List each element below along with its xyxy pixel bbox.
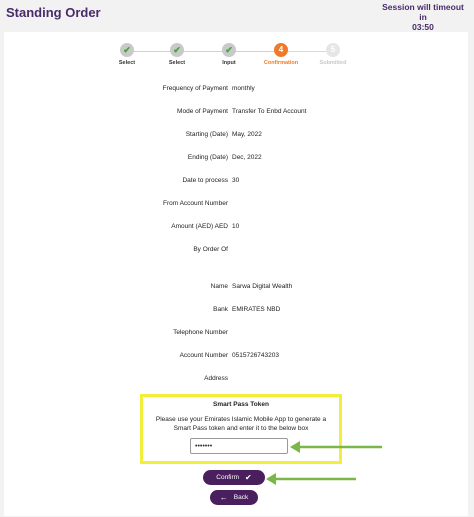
- detail-label: From Account Number: [162, 200, 228, 207]
- detail-row-mode: Mode of Payment Transfer To Enbd Account: [4, 108, 468, 120]
- back-button[interactable]: ← Back: [210, 490, 258, 505]
- progress-stepper: ✔ Select ✔ Select ✔ Input 4 Confirmation…: [4, 32, 468, 76]
- session-timeout-timer: 03:50: [412, 22, 434, 32]
- step-label: Input: [222, 60, 236, 66]
- detail-label: Starting (Date): [185, 131, 228, 138]
- detail-row-amount: Amount (AED) AED 10: [4, 223, 468, 235]
- step-complete-indicator: ✔: [170, 43, 184, 57]
- annotation-arrow-icon: [290, 441, 382, 453]
- detail-row-name: Name Sarwa Digital Wealth: [4, 283, 468, 295]
- detail-label: Telephone Number: [173, 329, 228, 336]
- check-icon: ✔: [173, 45, 181, 55]
- app-header: Standing Order Session will timeout in 0…: [0, 0, 474, 32]
- detail-row-frequency: Frequency of Payment monthly: [4, 85, 468, 97]
- confirm-button-label: Confirm: [216, 474, 240, 481]
- step-confirmation: 4 Confirmation: [251, 43, 311, 66]
- session-timeout: Session will timeout in 03:50: [378, 2, 468, 32]
- step-number-badge: 4: [274, 43, 288, 57]
- step-input: ✔ Input: [199, 43, 259, 66]
- detail-row-starting-date: Starting (Date) May, 2022: [4, 131, 468, 143]
- detail-value: Sarwa Digital Wealth: [232, 283, 293, 290]
- annotation-arrow-icon: [266, 473, 356, 485]
- detail-row-date-to-process: Date to process 30: [4, 177, 468, 189]
- step-submitted: 5 Submitted: [303, 43, 363, 66]
- detail-label: Ending (Date): [187, 154, 228, 161]
- session-timeout-label: Session will timeout in: [382, 2, 464, 22]
- detail-value: May, 2022: [232, 131, 262, 138]
- detail-label: Mode of Payment: [177, 108, 228, 115]
- step-select-2: ✔ Select: [147, 43, 207, 66]
- step-label: Submitted: [319, 60, 347, 66]
- page-title: Standing Order: [6, 5, 101, 20]
- arrow-left-icon: ←: [219, 493, 228, 502]
- detail-row-bank: Bank EMIRATES NBD: [4, 306, 468, 318]
- detail-row-ending-date: Ending (Date) Dec, 2022: [4, 154, 468, 166]
- detail-label: By Order Of: [193, 246, 228, 253]
- standing-order-card: ✔ Select ✔ Select ✔ Input 4 Confirmation…: [4, 32, 468, 516]
- detail-row-account-number: Account Number 0515726743203: [4, 352, 468, 364]
- back-button-label: Back: [233, 494, 249, 501]
- detail-label: Date to process: [182, 177, 228, 184]
- step-complete-indicator: ✔: [120, 43, 134, 57]
- detail-label: Name: [210, 283, 228, 290]
- detail-label: Frequency of Payment: [162, 85, 228, 92]
- detail-row-address: Address: [4, 375, 468, 387]
- step-number-badge: 5: [326, 43, 340, 57]
- detail-row-telephone: Telephone Number: [4, 329, 468, 341]
- token-title: Smart Pass Token: [213, 401, 269, 408]
- step-complete-indicator: ✔: [222, 43, 236, 57]
- detail-value: 0515726743203: [232, 352, 279, 359]
- token-instructions: Please use your Emirates Islamic Mobile …: [155, 416, 327, 432]
- check-icon: ✔: [245, 473, 252, 482]
- step-label: Confirmation: [263, 60, 299, 66]
- detail-value: 10: [232, 223, 240, 230]
- detail-value: 30: [232, 177, 240, 184]
- confirm-button[interactable]: Confirm ✔: [203, 470, 265, 485]
- detail-row-by-order-of: By Order Of: [4, 246, 468, 258]
- step-label: Select: [168, 60, 186, 66]
- detail-label: Account Number: [179, 352, 228, 359]
- detail-value: Dec, 2022: [232, 154, 262, 161]
- detail-label: Amount (AED) AED: [171, 223, 228, 230]
- detail-label: Address: [204, 375, 228, 382]
- check-icon: ✔: [123, 45, 131, 55]
- detail-value: Transfer To Enbd Account: [232, 108, 307, 115]
- detail-value: monthly: [232, 85, 255, 92]
- check-icon: ✔: [225, 45, 233, 55]
- detail-value: EMIRATES NBD: [232, 306, 281, 313]
- smart-pass-token-input[interactable]: [190, 438, 288, 454]
- detail-row-from-account: From Account Number: [4, 200, 468, 212]
- detail-label: Bank: [213, 306, 228, 313]
